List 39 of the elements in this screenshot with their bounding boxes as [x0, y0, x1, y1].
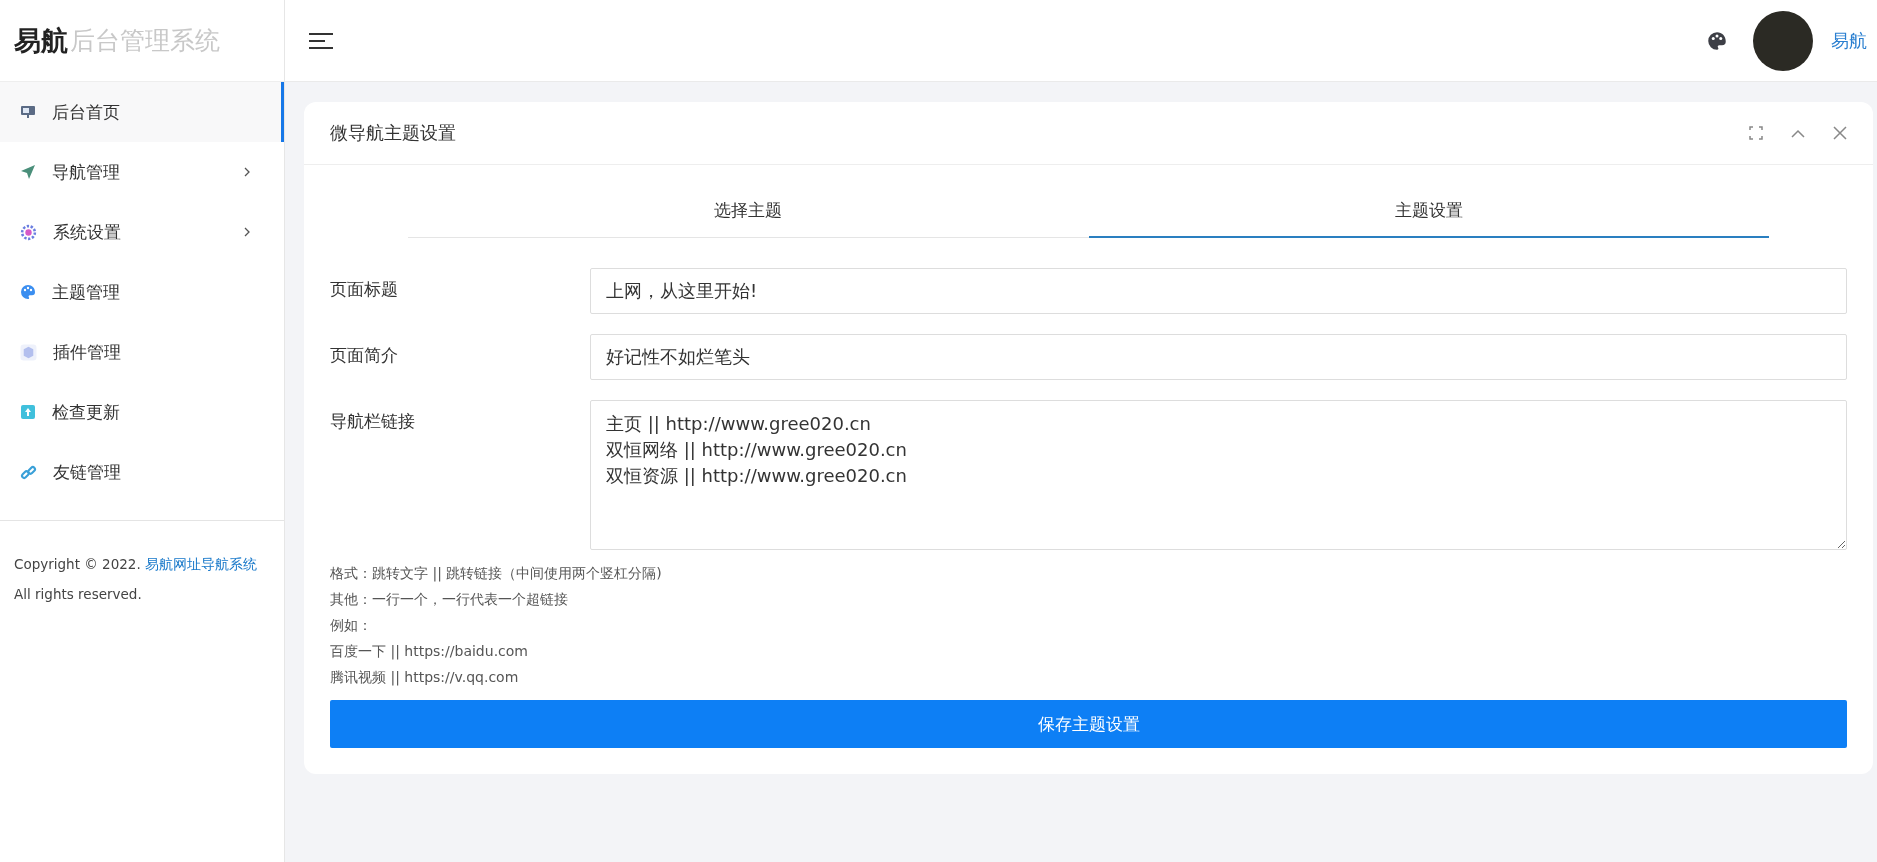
collapse-icon[interactable]: [1791, 128, 1805, 138]
palette-icon: [20, 284, 36, 300]
help-text: 其他：一行一个，一行代表一个超链接: [330, 590, 569, 609]
help-text: 腾讯视频 || https://v.qq.com: [330, 668, 520, 688]
copyright-text: Copyright © 2022. 易航网址导航系统 All rights reserved.: [0, 520, 284, 609]
sidebar-item[interactable]: 主题管理: [0, 262, 284, 322]
gear-icon: [20, 223, 37, 241]
textarea-field[interactable]: 主页 || http://www.gree020.cn 双恒网络 || http://www.gree020.cn 双恒资源 || http://www.gree020.cn: [590, 400, 1847, 550]
field-label: 导航栏链接: [330, 410, 416, 433]
brand-name: 易航: [14, 23, 68, 58]
paper-plane-icon: [20, 164, 36, 180]
panel-title: 微导航主题设置: [330, 121, 456, 145]
user-menu[interactable]: 易航: [1831, 28, 1867, 53]
tab[interactable]: 选择主题: [408, 187, 1089, 237]
palette-icon[interactable]: [1707, 30, 1727, 51]
upload-icon: [20, 404, 36, 420]
tab[interactable]: 主题设置: [1088, 187, 1769, 238]
sidebar-item[interactable]: 系统设置: [0, 202, 284, 262]
sidebar-item[interactable]: 检查更新: [0, 382, 284, 442]
chevron-right-icon: [244, 167, 250, 177]
system-link[interactable]: 易航网址导航系统: [145, 556, 257, 572]
hexagon-icon: [20, 343, 37, 361]
chevron-right-icon: [244, 227, 250, 237]
sidebar-item[interactable]: 友链管理: [0, 442, 284, 502]
input-field[interactable]: 好记性不如烂笔头: [590, 334, 1847, 380]
help-text: 格式：跳转文字 || 跳转链接（中间使用两个竖杠分隔): [330, 564, 663, 584]
sidebar-item[interactable]: 导航管理: [0, 142, 284, 202]
monitor-icon: [20, 104, 36, 120]
field-label: 页面简介: [330, 344, 399, 367]
sidebar-item[interactable]: 插件管理: [0, 322, 284, 382]
sidebar-item[interactable]: 后台首页: [0, 82, 284, 142]
help-text: 百度一下 || https://baidu.com: [330, 642, 529, 662]
save-button[interactable]: 保存主题设置: [330, 700, 1847, 748]
link-icon: [20, 463, 37, 481]
close-icon[interactable]: [1833, 126, 1847, 140]
field-label: 页面标题: [330, 278, 399, 301]
help-text: 例如：: [330, 616, 373, 635]
input-field[interactable]: 上网，从这里开始!: [590, 268, 1847, 314]
menu-icon[interactable]: [309, 31, 333, 50]
